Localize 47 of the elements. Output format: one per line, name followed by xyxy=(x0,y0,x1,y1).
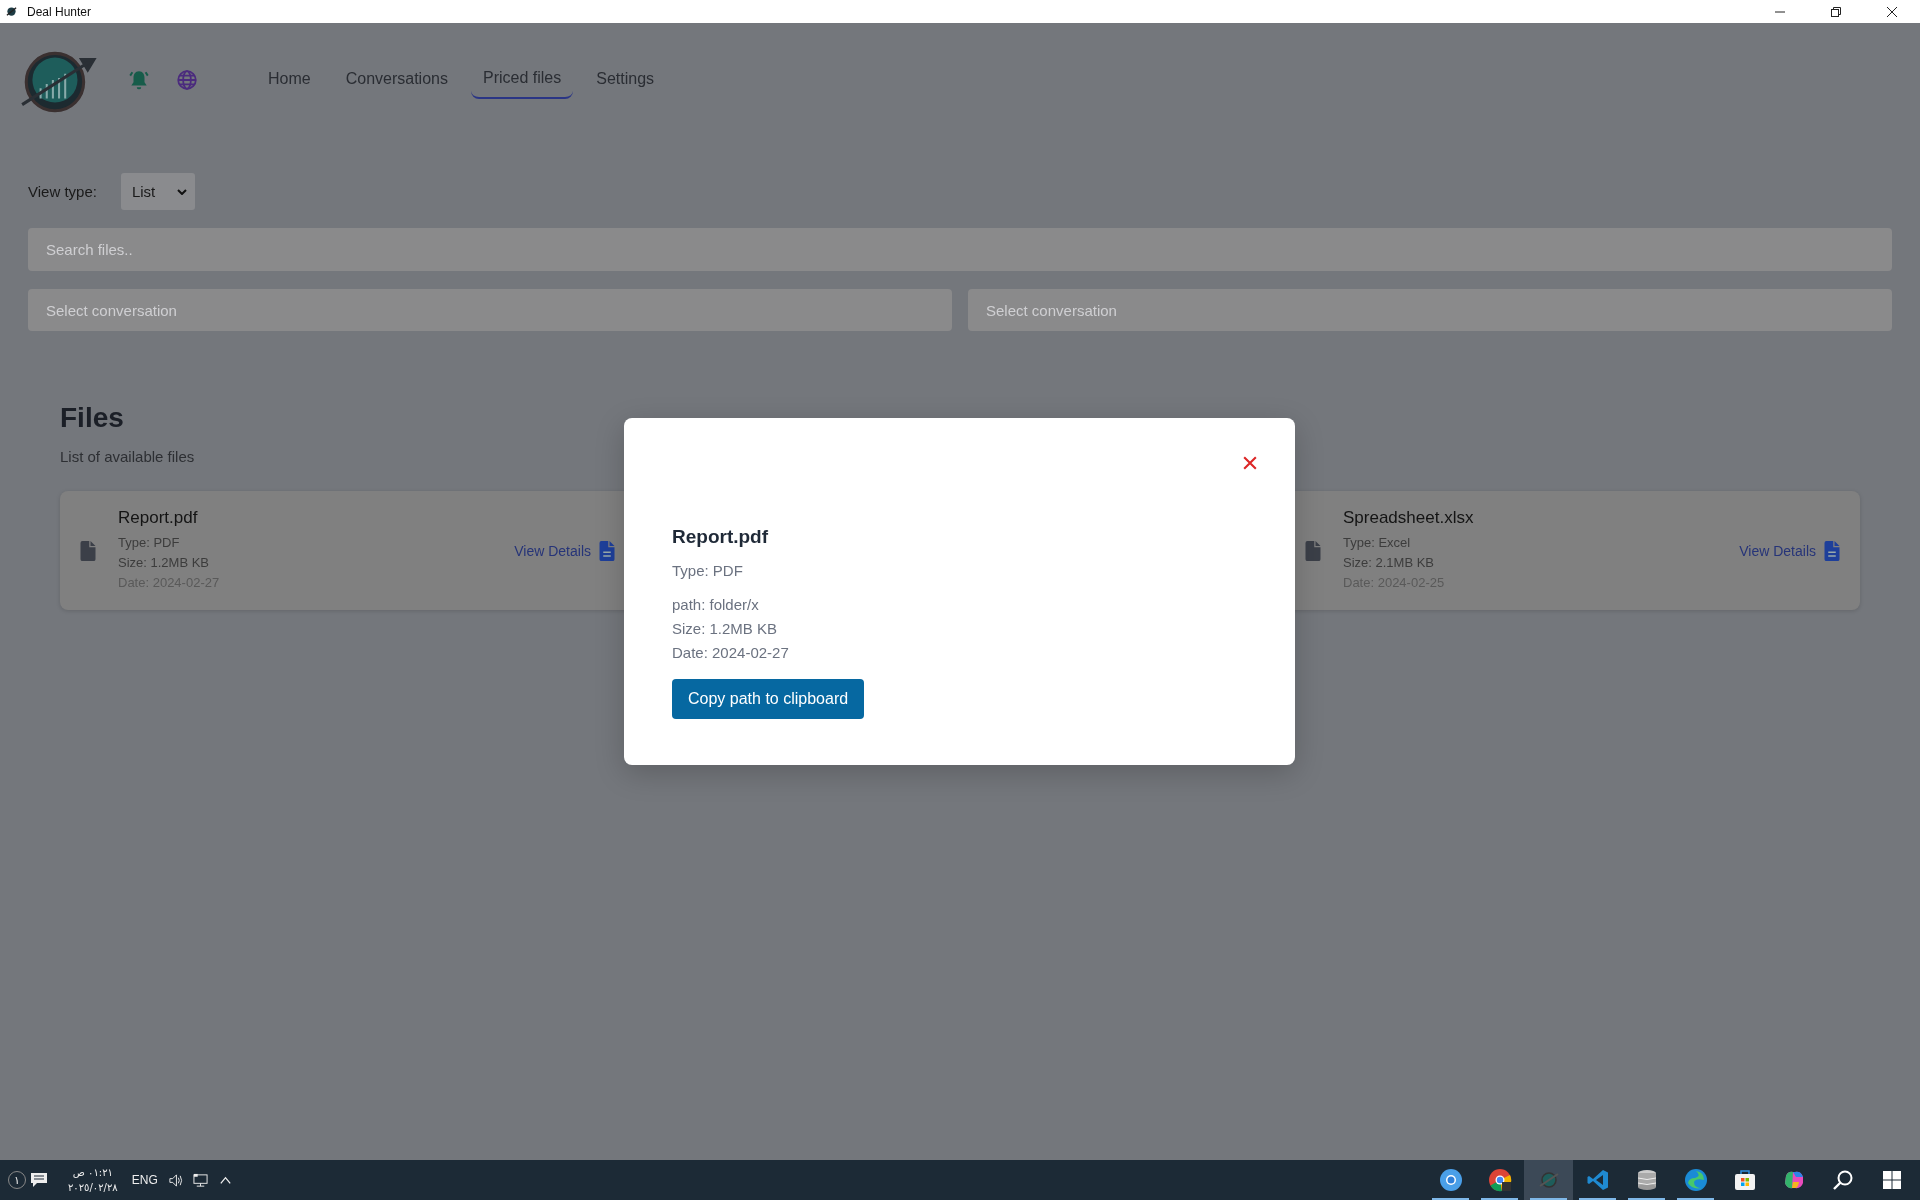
browser-icon[interactable] xyxy=(1683,1168,1708,1192)
search-field[interactable]: Search files.. xyxy=(28,228,1892,271)
clock-date[interactable]: ٢٠٢٥/٠٢/٢٨ xyxy=(68,1180,118,1195)
file-name: Report.pdf xyxy=(118,508,199,528)
file-type: Type: Excel xyxy=(1343,534,1412,552)
nav-tab[interactable]: Settings xyxy=(584,60,667,100)
restore-icon[interactable] xyxy=(1831,6,1841,17)
file-detail: Date: 2024-02-27 xyxy=(672,643,790,663)
browser-icon[interactable] xyxy=(1487,1168,1512,1192)
conversation-select[interactable]: Select conversation xyxy=(968,289,1892,331)
speaker-icon[interactable] xyxy=(167,1172,183,1188)
app-icon xyxy=(6,6,17,17)
file-size: Size: 2.1MB KB xyxy=(1343,554,1436,572)
code-editor-icon[interactable] xyxy=(1585,1168,1610,1192)
close-icon[interactable] xyxy=(1887,6,1897,17)
section-subtitle: List of available files xyxy=(60,448,195,465)
section-title: Files xyxy=(60,402,124,434)
view-details-link[interactable]: View Details xyxy=(1739,540,1840,561)
window-title: Deal Hunter xyxy=(27,4,92,19)
caret-icon xyxy=(176,188,187,195)
file-size: Size: 1.2MB KB xyxy=(118,554,211,572)
language-indicator[interactable]: ENG xyxy=(131,1173,158,1187)
notification-badge: ١ xyxy=(8,1171,26,1189)
browser-icon[interactable] xyxy=(1438,1168,1463,1192)
file-name: Spreadsheet.xlsx xyxy=(1343,508,1475,528)
notification-icon[interactable] xyxy=(30,1172,48,1188)
view-details-link[interactable]: View Details xyxy=(514,540,615,561)
conversation-select[interactable]: Select conversation xyxy=(28,289,952,331)
document-icon xyxy=(599,540,615,561)
file-detail: path: folder/x xyxy=(672,595,760,615)
file-icon xyxy=(80,540,96,561)
view-type-label: View type: xyxy=(28,183,97,200)
store-icon[interactable] xyxy=(1732,1168,1757,1192)
file-type: Type: PDF xyxy=(672,562,744,579)
file-type: Type: PDF xyxy=(118,534,181,552)
clock-time[interactable]: ٠١:٢١ ص xyxy=(72,1165,113,1180)
file-detail: Size: 1.2MB KB xyxy=(672,619,779,639)
network-icon[interactable] xyxy=(192,1172,208,1188)
dialog-title: Report.pdf xyxy=(672,526,770,548)
copy-path-button[interactable]: Copy path to clipboard xyxy=(672,679,865,719)
globe-icon[interactable] xyxy=(176,69,198,91)
nav-tab[interactable]: Priced files xyxy=(470,59,574,99)
nav-tab[interactable]: Conversations xyxy=(333,60,460,100)
nav-tab[interactable]: Home xyxy=(256,60,323,100)
file-icon xyxy=(1305,540,1321,561)
view-type-select[interactable]: List xyxy=(120,173,195,210)
document-icon xyxy=(1824,540,1840,561)
